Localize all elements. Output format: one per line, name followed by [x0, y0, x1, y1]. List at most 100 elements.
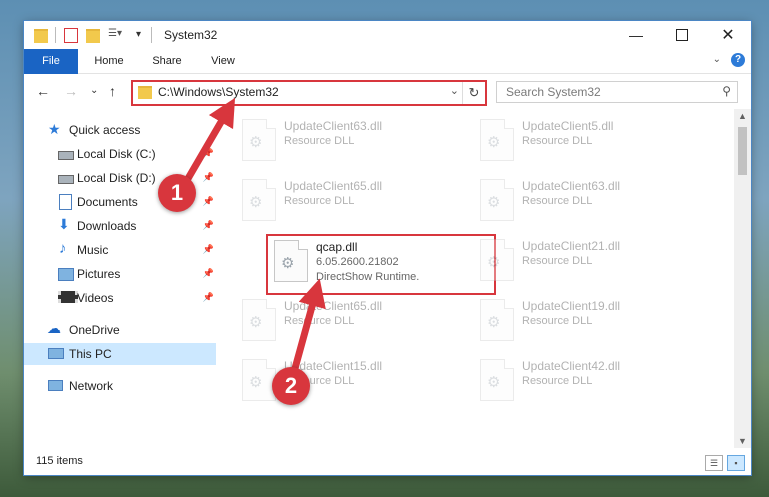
sidebar-item-pictures[interactable]: Pictures 📌 [24, 263, 216, 285]
file-list: ⚙ UpdateClient63.dll Resource DLL ⚙ Upda… [236, 109, 734, 448]
up-button[interactable]: ↑ [109, 83, 116, 99]
gear-icon: ⚙ [487, 194, 501, 211]
file-item[interactable]: ⚙ UpdateClient65.dll Resource DLL [238, 295, 470, 343]
music-icon: ♪ [59, 240, 67, 257]
expand-ribbon-icon[interactable]: ⌄ [713, 54, 721, 65]
search-icon[interactable]: ⚲ [722, 84, 731, 98]
gear-icon: ⚙ [249, 374, 263, 391]
large-icons-view-icon[interactable]: ▪ [727, 455, 745, 471]
sidebar-item-label: Music [77, 243, 109, 257]
pin-icon[interactable]: 📌 [203, 244, 214, 255]
file-description: Resource DLL [522, 255, 593, 267]
pin-icon[interactable]: 📌 [203, 172, 214, 183]
file-description: Resource DLL [522, 315, 593, 327]
pin-icon[interactable]: 📌 [203, 292, 214, 303]
new-folder-icon[interactable] [86, 29, 100, 43]
item-count: 115 items [36, 455, 83, 467]
refresh-button[interactable]: ↻ [462, 82, 485, 104]
scroll-down-icon[interactable]: ▼ [734, 436, 751, 446]
file-item[interactable]: ⚙ UpdateClient63.dll Resource DLL [238, 115, 470, 163]
chevron-down-icon[interactable]: ⌄ [450, 84, 459, 97]
scrollbar-thumb[interactable] [738, 127, 747, 175]
pin-icon[interactable]: 📌 [203, 196, 214, 207]
file-name: UpdateClient19.dll [522, 299, 621, 313]
navigation-pane: ★ Quick access Local Disk (C:) 📌 Local D… [24, 109, 218, 448]
file-item[interactable]: ⚙ UpdateClient21.dll Resource DLL [476, 235, 708, 283]
scroll-up-icon[interactable]: ▲ [734, 111, 751, 121]
file-item[interactable]: ⚙ UpdateClient5.dll Resource DLL [476, 115, 708, 163]
sidebar-item-label: This PC [69, 347, 112, 361]
chevron-down-icon[interactable]: ▾ [136, 29, 141, 45]
sidebar-item-this-pc[interactable]: This PC [24, 343, 216, 365]
maximize-button[interactable] [659, 21, 705, 49]
search-input[interactable]: Search System32 ⚲ [496, 81, 738, 103]
gear-icon: ⚙ [249, 194, 263, 211]
file-item[interactable]: ⚙ UpdateClient65.dll Resource DLL [238, 175, 470, 223]
sidebar-item-label: Quick access [69, 123, 141, 137]
file-item[interactable]: ⚙ UpdateClient19.dll Resource DLL [476, 295, 708, 343]
file-name: UpdateClient42.dll [522, 359, 621, 373]
properties-icon[interactable] [64, 28, 78, 43]
dll-file-icon: ⚙ [242, 179, 276, 221]
step-1-marker: 1 [158, 174, 196, 212]
tab-home[interactable]: Home [84, 49, 134, 73]
cloud-icon: ☁ [47, 320, 61, 336]
file-explorer-window: ☰▾ ▾ System32 — ✕ File Home Share View ⌄… [24, 21, 751, 475]
step-2-marker: 2 [272, 367, 310, 405]
separator [55, 27, 56, 43]
download-icon: ⬇ [58, 216, 70, 232]
pin-icon[interactable]: 📌 [203, 268, 214, 279]
drive-icon [58, 175, 74, 184]
sidebar-item-downloads[interactable]: ⬇ Downloads 📌 [24, 215, 216, 237]
file-name: UpdateClient65.dll [284, 179, 383, 193]
customize-toolbar-icon[interactable]: ☰▾ [108, 28, 130, 44]
back-button[interactable]: ← [36, 83, 50, 99]
sidebar-item-label: Local Disk (C:) [77, 147, 156, 161]
dll-file-icon: ⚙ [242, 359, 276, 401]
dll-file-icon: ⚙ [242, 119, 276, 161]
gear-icon: ⚙ [249, 134, 263, 151]
close-button[interactable]: ✕ [705, 21, 751, 49]
sidebar-item-videos[interactable]: Videos 📌 [24, 287, 216, 309]
sidebar-item-network[interactable]: Network [24, 375, 216, 397]
computer-icon [48, 348, 64, 359]
file-name: UpdateClient5.dll [522, 119, 614, 133]
videos-icon [58, 291, 78, 303]
ribbon-tabs: File Home Share View ⌄ ? [24, 49, 751, 97]
sidebar-item-onedrive[interactable]: ☁ OneDrive [24, 319, 216, 341]
address-bar[interactable]: C:\Windows\System32 ⌄ ↻ [131, 80, 487, 106]
dll-file-icon: ⚙ [480, 299, 514, 341]
file-name: UpdateClient21.dll [522, 239, 621, 253]
dll-file-icon: ⚙ [480, 239, 514, 281]
network-icon [48, 380, 63, 391]
star-icon: ★ [48, 121, 61, 137]
tab-share[interactable]: Share [142, 49, 192, 73]
recent-locations-icon[interactable]: ⌄ [90, 85, 98, 96]
sidebar-item-label: Downloads [77, 219, 137, 233]
file-item[interactable]: ⚙ UpdateClient63.dll Resource DLL [476, 175, 708, 223]
tab-view[interactable]: View [198, 49, 248, 73]
file-description: Resource DLL [284, 195, 355, 207]
help-icon[interactable]: ? [731, 53, 745, 67]
title-bar: ☰▾ ▾ System32 — ✕ [24, 21, 751, 49]
address-path[interactable]: C:\Windows\System32 [158, 85, 279, 99]
file-name: UpdateClient65.dll [284, 299, 383, 313]
gear-icon: ⚙ [487, 134, 501, 151]
file-item[interactable]: ⚙ UpdateClient42.dll Resource DLL [476, 355, 708, 403]
details-view-icon[interactable]: ☰ [705, 455, 723, 471]
sidebar-item-quick-access[interactable]: ★ Quick access [24, 119, 216, 141]
pin-icon[interactable]: 📌 [203, 220, 214, 231]
window-title: System32 [164, 28, 218, 42]
maximize-icon [676, 29, 688, 41]
gear-icon: ⚙ [487, 254, 501, 271]
separator [151, 27, 152, 43]
sidebar-item-music[interactable]: ♪ Music 📌 [24, 239, 216, 261]
forward-button[interactable]: → [64, 83, 78, 99]
sidebar-item-local-disk-c[interactable]: Local Disk (C:) 📌 [24, 143, 216, 165]
highlight-box [266, 234, 496, 295]
vertical-scrollbar[interactable]: ▲ ▼ [734, 109, 751, 448]
pin-icon[interactable]: 📌 [203, 148, 214, 159]
pictures-icon [58, 268, 74, 281]
gear-icon: ⚙ [249, 314, 263, 331]
minimize-button[interactable]: — [613, 21, 659, 49]
